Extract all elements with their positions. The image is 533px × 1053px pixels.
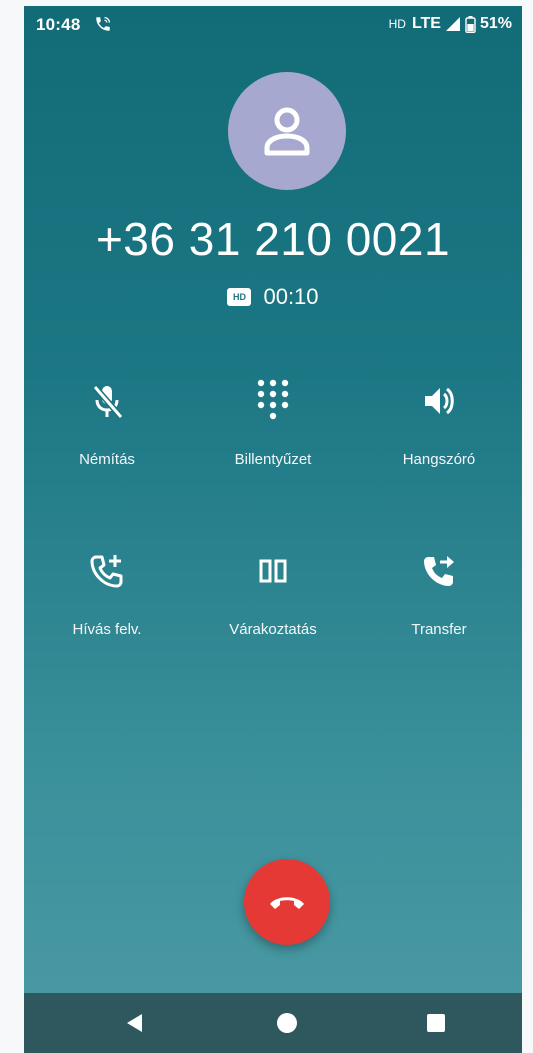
home-button[interactable] (247, 993, 327, 1053)
add-call-button[interactable]: Hívás felv. (24, 541, 190, 661)
battery-percent: 51% (479, 15, 512, 32)
battery-icon (465, 15, 476, 33)
hd-call-badge: HD (227, 288, 252, 306)
pause-icon (259, 559, 287, 583)
hd-voice-indicator: HD (388, 17, 406, 31)
signal-icon (445, 17, 460, 31)
status-bar: 10:48 HD LTE 51% (24, 6, 522, 42)
status-indicators: HD LTE 51% (389, 14, 512, 34)
dialpad-icon (257, 379, 289, 420)
transfer-button[interactable]: Transfer (356, 541, 522, 661)
mute-label: Némítás (79, 451, 135, 468)
end-call-button[interactable] (244, 859, 330, 945)
navigation-bar (24, 993, 522, 1053)
speaker-button[interactable]: Hangszóró (356, 371, 522, 491)
hold-button[interactable]: Várakoztatás (190, 541, 356, 661)
mute-button[interactable]: Némítás (24, 371, 190, 491)
transfer-label: Transfer (411, 621, 467, 638)
home-icon (277, 1013, 297, 1033)
status-time: 10:48 (36, 15, 81, 34)
person-icon (264, 107, 310, 156)
call-transfer-icon (424, 556, 454, 586)
back-icon (127, 1014, 142, 1032)
keypad-label: Billentyűzet (234, 451, 312, 468)
back-button[interactable] (95, 993, 175, 1053)
recents-button[interactable] (396, 993, 476, 1053)
call-info: HD 00:10 (24, 284, 522, 310)
ongoing-call-icon (96, 16, 111, 31)
in-call-screen: 10:48 HD LTE 51% +36 31 210 0021 HD 00:1… (24, 6, 522, 1053)
caller-number: +36 31 210 0021 (95, 213, 451, 265)
call-duration: 00:10 (263, 284, 319, 309)
contact-avatar (228, 72, 346, 190)
mic-off-icon (92, 385, 124, 419)
keypad-button[interactable]: Billentyűzet (190, 371, 356, 491)
end-call-icon (270, 897, 304, 909)
add-call-icon (90, 555, 123, 588)
speaker-icon (425, 387, 454, 415)
add-call-label: Hívás felv. (72, 621, 142, 638)
recents-icon (427, 1014, 445, 1032)
network-type: LTE (411, 15, 441, 32)
speaker-label: Hangszóró (402, 451, 476, 468)
hold-label: Várakoztatás (229, 621, 317, 638)
